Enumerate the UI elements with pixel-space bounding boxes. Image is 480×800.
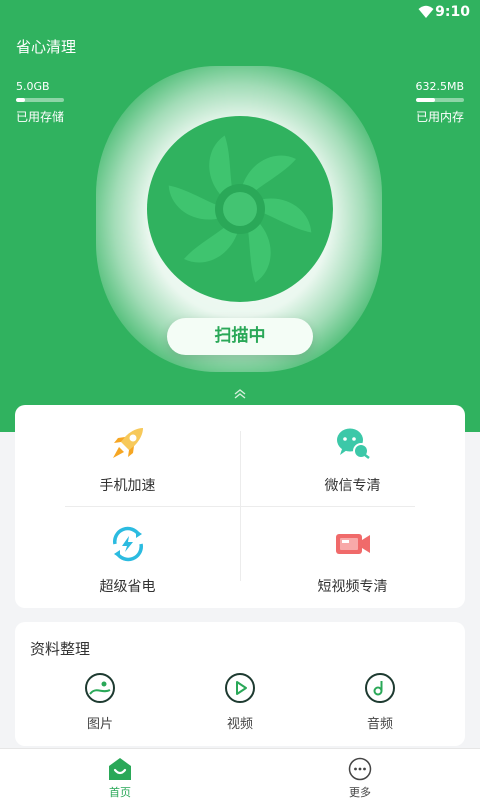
memory-stat: 632.5MB 已用内存 xyxy=(415,80,464,125)
nav-home[interactable]: 首页 xyxy=(90,757,150,800)
storage-label: 已用存储 xyxy=(16,110,65,124)
memory-progress-fill xyxy=(416,98,436,102)
image-icon xyxy=(85,673,115,703)
file-label: 视频 xyxy=(226,717,253,732)
tool-phone-boost[interactable]: 手机加速 xyxy=(15,423,240,495)
storage-progress-bar xyxy=(16,98,64,102)
tool-label: 短视频专清 xyxy=(317,579,388,595)
music-note-icon xyxy=(365,673,395,703)
hero-banner: 9:10 省心清理 5.0GB 已用存储 632.5MB 已用内存 扫描中 xyxy=(0,0,480,432)
files-title: 资料整理 xyxy=(30,640,91,658)
tool-power-saving[interactable]: 超级省电 xyxy=(15,524,240,596)
tools-card: 手机加速 微信专清 超级省电 短视频专清 xyxy=(15,405,465,608)
video-play-icon xyxy=(225,673,255,703)
tool-label: 手机加速 xyxy=(99,478,156,494)
home-icon xyxy=(109,758,131,780)
storage-value: 5.0GB xyxy=(16,80,50,93)
scan-button[interactable]: 扫描中 xyxy=(167,318,313,355)
tool-label: 超级省电 xyxy=(99,579,156,595)
power-saving-icon xyxy=(112,526,143,562)
video-camera-icon xyxy=(335,534,370,554)
file-images[interactable]: 图片 xyxy=(70,672,130,732)
file-videos[interactable]: 视频 xyxy=(210,672,270,732)
memory-label: 已用内存 xyxy=(415,110,464,124)
wifi-icon xyxy=(418,5,434,18)
nav-more[interactable]: 更多 xyxy=(330,757,390,800)
tool-wechat-clean[interactable]: 微信专清 xyxy=(240,423,465,495)
storage-progress-fill xyxy=(16,98,25,102)
wechat-icon xyxy=(336,428,370,459)
double-chevron-up-icon[interactable] xyxy=(232,388,248,400)
fan-icon xyxy=(147,116,333,302)
storage-stat: 5.0GB 已用存储 xyxy=(16,80,64,125)
tool-label: 微信专清 xyxy=(324,478,381,494)
files-card: 资料整理 图片 视频 音频 xyxy=(15,622,465,746)
more-icon xyxy=(348,757,372,781)
app-title: 省心清理 xyxy=(16,38,77,56)
nav-label: 更多 xyxy=(349,786,371,799)
tools-divider-horizontal xyxy=(65,506,415,507)
bottom-nav: 首页 更多 xyxy=(0,748,480,800)
memory-value: 632.5MB xyxy=(415,80,464,93)
file-audio[interactable]: 音频 xyxy=(350,672,410,732)
memory-progress-bar xyxy=(416,98,464,102)
file-label: 图片 xyxy=(86,717,113,732)
rocket-icon xyxy=(112,428,143,458)
status-bar: 9:10 xyxy=(0,0,480,24)
status-time: 9:10 xyxy=(435,4,470,20)
tool-short-video-clean[interactable]: 短视频专清 xyxy=(240,524,465,596)
file-label: 音频 xyxy=(366,717,393,732)
nav-label: 首页 xyxy=(109,786,131,799)
